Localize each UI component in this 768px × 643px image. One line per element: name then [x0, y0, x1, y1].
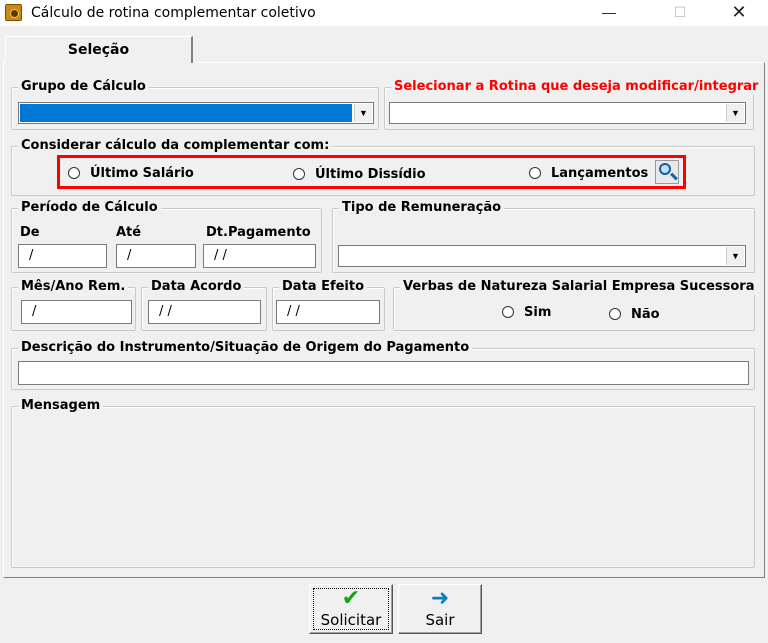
radio-label: Lançamentos [551, 165, 649, 181]
app-icon [5, 4, 22, 21]
radio-circle[interactable] [529, 167, 541, 179]
minimize-button[interactable]: — [586, 0, 632, 26]
check-icon: ✔ [341, 586, 361, 611]
radio-label: Não [631, 306, 660, 322]
rotina-value [391, 104, 724, 122]
periodo-legend: Período de Cálculo [18, 200, 161, 216]
radio-label: Último Salário [90, 165, 194, 181]
solicitar-button[interactable]: ✔ Solicitar [309, 584, 393, 634]
pagamento-label: Dt.Pagamento [206, 225, 311, 240]
arrow-right-icon: ➜ [430, 586, 450, 611]
grupo-calculo-select[interactable]: ▼ [18, 102, 374, 124]
search-icon-handle [670, 172, 678, 181]
grupo-calculo-value [20, 104, 352, 122]
rotina-legend: Selecionar a Rotina que deseja modificar… [391, 79, 762, 95]
mensagem-legend: Mensagem [18, 398, 104, 414]
radio-ultimo-salario[interactable]: Último Salário [68, 164, 194, 182]
title-bar: Cálculo de rotina complementar coletivo … [0, 0, 768, 26]
radio-circle[interactable] [609, 308, 621, 320]
radio-nao[interactable]: Não [609, 305, 660, 323]
ate-label: Até [116, 225, 142, 240]
de-input[interactable]: / [18, 244, 107, 268]
radio-label: Último Dissídio [315, 166, 426, 182]
mensagem-group: Mensagem [11, 398, 755, 568]
rotina-select[interactable]: ▼ [389, 102, 746, 124]
chevron-down-icon[interactable]: ▼ [354, 104, 372, 122]
pagamento-input[interactable]: / / [203, 244, 316, 268]
verbas-legend: Verbas de Natureza Salarial Empresa Suce… [400, 279, 758, 295]
remuneracao-value [340, 247, 724, 265]
radio-circle[interactable] [293, 168, 305, 180]
data-acordo-legend: Data Acordo [148, 279, 245, 295]
solicitar-label: Solicitar [320, 611, 382, 629]
data-efeito-legend: Data Efeito [279, 279, 368, 295]
remuneracao-legend: Tipo de Remuneração [339, 200, 505, 216]
descricao-input[interactable] [18, 361, 749, 385]
radio-ultimo-dissidio[interactable]: Último Dissídio [293, 165, 426, 183]
descricao-legend: Descrição do Instrumento/Situação de Ori… [18, 340, 473, 356]
radio-circle[interactable] [502, 306, 514, 318]
maximize-button: ☐ [673, 4, 687, 20]
radio-lancamentos[interactable]: Lançamentos [529, 164, 648, 182]
chevron-down-icon[interactable]: ▼ [726, 104, 744, 122]
de-label: De [20, 225, 40, 240]
search-icon [659, 163, 671, 175]
data-efeito-input[interactable]: / / [276, 300, 380, 324]
chevron-down-icon[interactable]: ▼ [726, 247, 744, 265]
sair-button[interactable]: ➜ Sair [398, 584, 482, 634]
mes-ano-legend: Mês/Ano Rem. [18, 279, 129, 295]
data-acordo-input[interactable]: / / [148, 300, 261, 324]
tab-selecao[interactable]: Seleção [5, 36, 193, 63]
close-button[interactable]: ✕ [716, 0, 762, 26]
grupo-calculo-legend: Grupo de Cálculo [18, 79, 149, 95]
radio-sim[interactable]: Sim [502, 303, 551, 321]
remuneracao-select[interactable]: ▼ [338, 245, 746, 267]
radio-label: Sim [524, 304, 552, 320]
tab-label: Seleção [67, 42, 130, 58]
sair-label: Sair [425, 611, 455, 629]
window-title: Cálculo de rotina complementar coletivo [31, 5, 316, 21]
verbas-group: Verbas de Natureza Salarial Empresa Suce… [393, 279, 758, 331]
radio-circle[interactable] [68, 167, 80, 179]
considerar-legend: Considerar cálculo da complementar com: [18, 138, 333, 154]
ate-input[interactable]: / [116, 244, 196, 268]
mes-ano-input[interactable]: / [21, 300, 132, 324]
search-lancamentos-button[interactable] [655, 160, 679, 184]
